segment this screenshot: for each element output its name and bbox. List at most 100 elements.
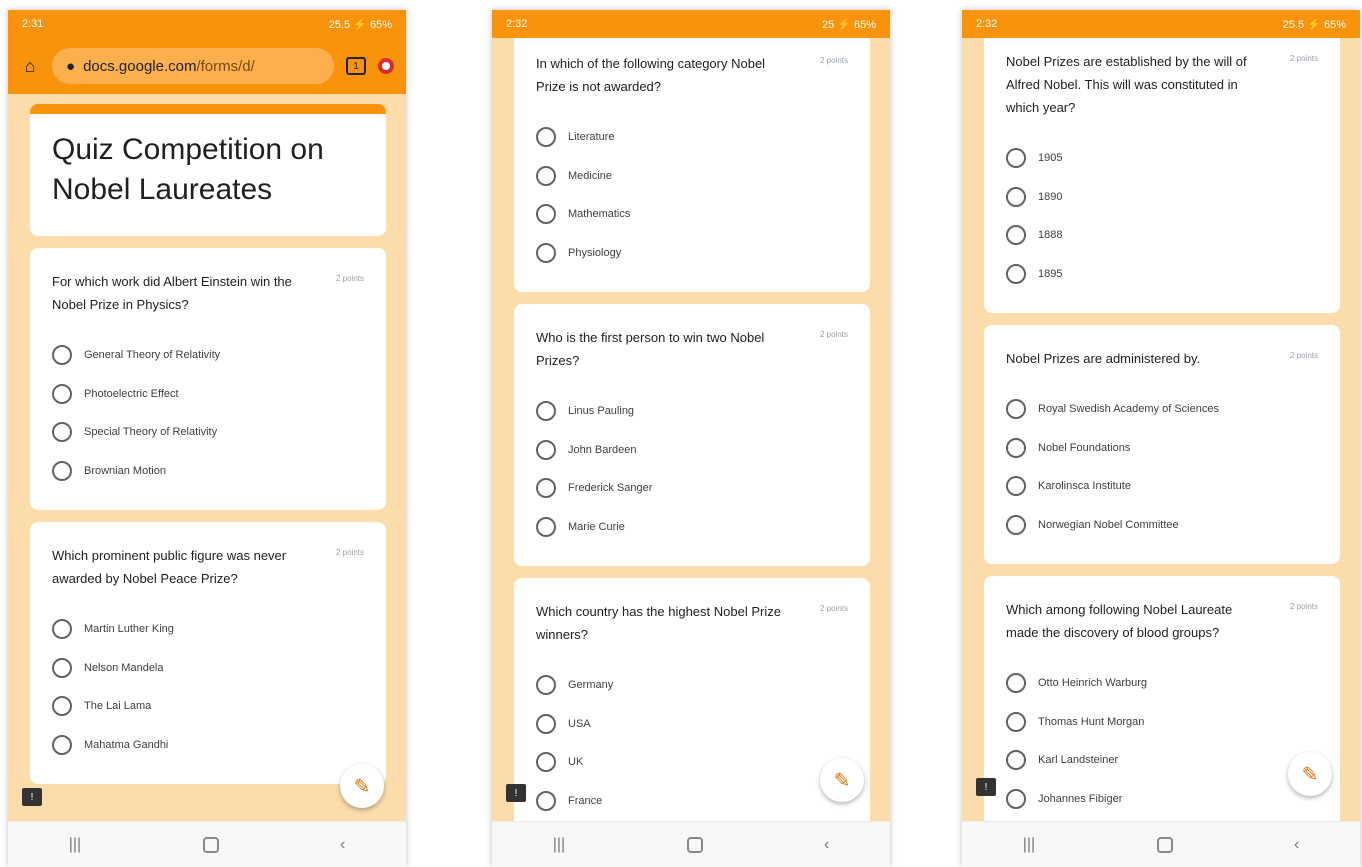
option-label: USA: [568, 717, 591, 730]
option[interactable]: USA: [536, 705, 848, 744]
radio-button[interactable]: [1006, 476, 1026, 497]
option[interactable]: Germany: [536, 666, 848, 705]
option[interactable]: UK: [536, 743, 848, 782]
option[interactable]: General Theory of Relativity: [52, 336, 364, 375]
radio-button[interactable]: [1006, 186, 1026, 207]
recents-icon[interactable]: |||: [1023, 836, 1035, 854]
home-button-icon[interactable]: [202, 836, 219, 853]
home-icon[interactable]: ⌂: [20, 56, 40, 77]
option[interactable]: Physiology: [536, 234, 848, 273]
radio-button[interactable]: [536, 439, 556, 460]
question-text: Who is the first person to win two Nobel…: [536, 330, 765, 368]
option-label: 1895: [1038, 267, 1063, 280]
radio-button[interactable]: [1006, 399, 1026, 420]
option[interactable]: John Bardeen: [536, 431, 848, 470]
option[interactable]: Norwegian Nobel Committee: [1006, 506, 1318, 545]
option[interactable]: Frederick Sanger: [536, 469, 848, 508]
option[interactable]: 1890: [1006, 178, 1318, 217]
question-card: Who is the first person to win two Nobel…: [514, 304, 870, 566]
radio-button[interactable]: [52, 345, 72, 366]
option[interactable]: Medicine: [536, 157, 848, 196]
radio-button[interactable]: [536, 165, 556, 186]
option[interactable]: The Lai Lama: [52, 687, 364, 726]
back-icon[interactable]: ‹: [824, 836, 829, 854]
radio-button[interactable]: [536, 478, 556, 499]
option[interactable]: Literature: [536, 118, 848, 157]
feedback-icon[interactable]: !: [22, 788, 42, 806]
radio-button[interactable]: [536, 204, 556, 225]
radio-button[interactable]: [1006, 148, 1026, 169]
edit-icon[interactable]: ✎: [820, 758, 864, 802]
option[interactable]: Mathematics: [536, 195, 848, 234]
option[interactable]: Martin Luther King: [52, 610, 364, 649]
radio-button[interactable]: [52, 422, 72, 443]
question-text: Which prominent public figure was never …: [52, 548, 287, 586]
option-label: Thomas Hunt Morgan: [1038, 715, 1145, 728]
radio-button[interactable]: [1006, 514, 1026, 535]
feedback-icon[interactable]: !: [976, 778, 996, 796]
option[interactable]: Marie Curie: [536, 508, 848, 547]
option[interactable]: Brownian Motion: [52, 452, 364, 491]
radio-button[interactable]: [52, 460, 72, 481]
home-button-icon[interactable]: [1156, 836, 1173, 853]
radio-button[interactable]: [1006, 750, 1026, 771]
edit-icon[interactable]: ✎: [1288, 752, 1332, 796]
option-label: Karolinsca Institute: [1038, 480, 1131, 493]
back-icon[interactable]: ‹: [340, 836, 345, 854]
radio-button[interactable]: [1006, 437, 1026, 458]
radio-button[interactable]: [1006, 263, 1026, 284]
radio-button[interactable]: [52, 696, 72, 717]
radio-button[interactable]: [1006, 225, 1026, 246]
option[interactable]: Thomas Hunt Morgan: [1006, 703, 1318, 742]
radio-button[interactable]: [536, 713, 556, 734]
option[interactable]: Karolinsca Institute: [1006, 467, 1318, 506]
feedback-icon[interactable]: !: [506, 784, 526, 802]
option[interactable]: Otto Heinrich Warburg: [1006, 664, 1318, 703]
option[interactable]: 1905: [1006, 139, 1318, 178]
option[interactable]: Karl Landsteiner: [1006, 741, 1318, 780]
radio-button[interactable]: [1006, 673, 1026, 694]
option[interactable]: Royal Swedish Academy of Sciences: [1006, 390, 1318, 429]
radio-button[interactable]: [536, 675, 556, 696]
question-points: 2 points: [1289, 602, 1318, 611]
form-content: In which of the following category Nobel…: [492, 38, 890, 852]
edit-icon[interactable]: ✎: [340, 764, 384, 808]
option[interactable]: Photoelectric Effect: [52, 375, 364, 414]
option[interactable]: Johannes Fibiger: [1006, 780, 1318, 819]
home-button-icon[interactable]: [686, 836, 703, 853]
back-icon[interactable]: ‹: [1294, 836, 1299, 854]
question-card: Nobel Prizes are established by the will…: [984, 38, 1340, 313]
option[interactable]: Linus Pauling: [536, 392, 848, 431]
lock-icon: ●: [66, 57, 76, 75]
option[interactable]: Special Theory of Relativity: [52, 413, 364, 452]
radio-button[interactable]: [52, 657, 72, 678]
option-label: Physiology: [568, 246, 622, 259]
record-icon[interactable]: [378, 58, 394, 74]
radio-button[interactable]: [536, 242, 556, 263]
radio-button[interactable]: [536, 790, 556, 811]
tabs-icon[interactable]: 1: [346, 57, 366, 75]
radio-button[interactable]: [52, 383, 72, 404]
radio-button[interactable]: [536, 127, 556, 148]
form-title-card: Quiz Competition on Nobel Laureates: [30, 104, 386, 236]
option[interactable]: Mahatma Gandhi: [52, 726, 364, 765]
radio-button[interactable]: [536, 401, 556, 422]
browser-address-bar: ⌂ ● docs.google.com/forms/d/ 1: [8, 38, 406, 94]
option[interactable]: Nelson Mandela: [52, 649, 364, 688]
recents-icon[interactable]: |||: [553, 836, 565, 854]
radio-button[interactable]: [52, 734, 72, 755]
recents-icon[interactable]: |||: [69, 836, 81, 854]
radio-button[interactable]: [52, 619, 72, 640]
radio-button[interactable]: [536, 752, 556, 773]
radio-button[interactable]: [1006, 711, 1026, 732]
option[interactable]: France: [536, 782, 848, 821]
url-field[interactable]: ● docs.google.com/forms/d/: [52, 48, 334, 84]
form-title: Quiz Competition on Nobel Laureates: [52, 133, 324, 206]
radio-button[interactable]: [1006, 788, 1026, 809]
question-points: 2 points: [819, 56, 848, 65]
radio-button[interactable]: [536, 516, 556, 537]
option[interactable]: Nobel Foundations: [1006, 429, 1318, 468]
option[interactable]: 1888: [1006, 216, 1318, 255]
option[interactable]: 1895: [1006, 255, 1318, 294]
option-label: Nelson Mandela: [84, 661, 164, 674]
